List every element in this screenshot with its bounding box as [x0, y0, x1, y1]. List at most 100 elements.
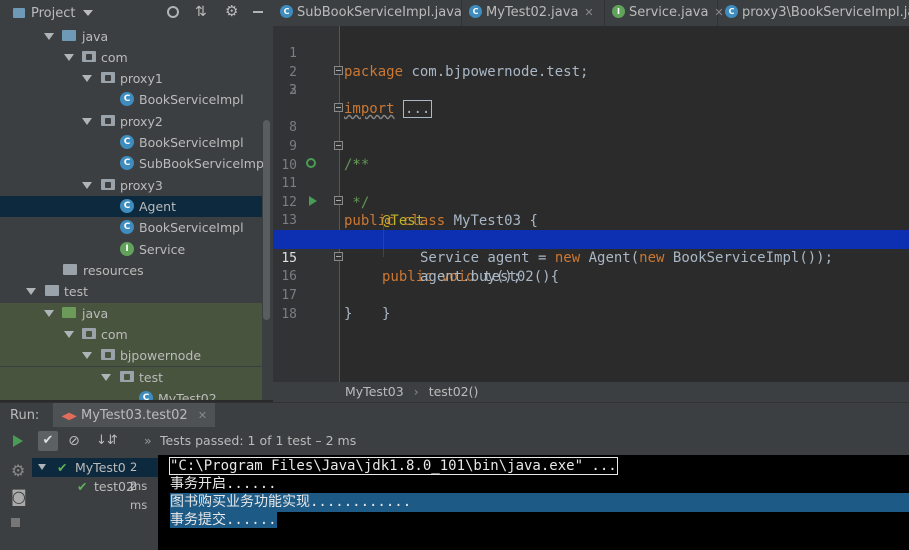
tree-item-proxy3[interactable]: proxy3: [0, 175, 262, 196]
run-test-icon[interactable]: [309, 196, 317, 206]
tree-item-label: proxy1: [120, 71, 163, 86]
run-class-icon[interactable]: [306, 158, 316, 168]
code-line: 3: [273, 62, 909, 98]
project-panel-title[interactable]: Project: [31, 6, 75, 21]
console-output[interactable]: "C:\Program Files\Java\jdk1.8.0_101\bin\…: [158, 455, 909, 550]
camera-icon[interactable]: ◙: [11, 487, 27, 506]
close-icon[interactable]: ✕: [198, 409, 207, 422]
hide-panel-icon[interactable]: [253, 11, 263, 13]
code-line: 8 /**: [273, 99, 909, 173]
test-name: test02: [94, 479, 134, 494]
tree-item-label: test: [64, 284, 89, 299]
class-icon: C: [120, 199, 134, 213]
tree-item-subbookserviceimpl[interactable]: C SubBookServiceImpl: [0, 153, 267, 174]
run-config-name: MyTest03.test02: [80, 408, 188, 423]
tree-item-bjpowernode[interactable]: bjpowernode: [0, 345, 262, 366]
sort-icon[interactable]: ↓⇵: [96, 431, 118, 451]
code-line: 9 *: [273, 118, 909, 173]
code-line: 17 }: [273, 267, 909, 322]
code-line: 10 */: [273, 137, 909, 211]
passed-check-icon: ✔: [57, 460, 68, 475]
tree-item-bookserviceimpl[interactable]: C BookServiceImpl: [0, 89, 262, 110]
line-number: 3: [289, 83, 297, 98]
tree-item-agent[interactable]: C Agent: [0, 196, 262, 217]
expand-arrow-icon[interactable]: [82, 352, 92, 359]
expand-arrow-icon[interactable]: [38, 464, 46, 470]
tree-item-mytest02[interactable]: C MyTest02: [0, 388, 262, 400]
code-line: 2: [273, 44, 909, 80]
code-line: 1 package com.bjpowernode.test;: [273, 25, 909, 80]
tree-item-label: java: [82, 306, 109, 321]
tree-item-test-package[interactable]: test: [0, 367, 262, 388]
tree-item-test[interactable]: test: [0, 281, 262, 302]
stop-icon[interactable]: [11, 518, 20, 527]
breadcrumb-method[interactable]: test02(): [429, 384, 479, 399]
run-config-tab[interactable]: ◀▶ MyTest03.test02 ✕: [53, 403, 216, 428]
tree-item-label: test: [139, 370, 164, 385]
tree-item-java[interactable]: java: [0, 26, 262, 47]
fold-icon[interactable]: [334, 103, 343, 112]
passed-check-icon: ✔: [77, 479, 88, 494]
code-line: 13 public void test02(){: [273, 192, 909, 285]
tab-proxy3-bookserviceimpl[interactable]: Cproxy3\BookServiceImpl.java: [718, 0, 909, 26]
console-text: 事务提交......: [170, 512, 277, 528]
interface-icon: I: [120, 242, 134, 256]
package-icon: [101, 115, 115, 126]
fold-icon[interactable]: [334, 141, 343, 150]
debug-icon[interactable]: ⚙: [11, 461, 25, 480]
collapse-all-icon[interactable]: ⇅: [195, 4, 207, 20]
tree-item-bookserviceimpl[interactable]: C BookServiceImpl: [0, 132, 262, 153]
code-line: 11 public class MyTest03 {: [273, 155, 909, 229]
show-ignored-icon[interactable]: ⊘: [64, 431, 84, 451]
test-case-row[interactable]: ✔ test02 2 ms: [32, 477, 158, 512]
breadcrumb: MyTest03 › test02(): [273, 382, 909, 402]
locate-icon[interactable]: [167, 6, 179, 18]
fold-icon[interactable]: [334, 196, 343, 205]
tree-item-proxy2[interactable]: proxy2: [0, 111, 262, 132]
project-scrollbar[interactable]: [263, 120, 270, 320]
rerun-icon[interactable]: [8, 431, 28, 451]
show-passed-icon[interactable]: ✔: [38, 431, 58, 451]
expand-arrow-icon[interactable]: [64, 331, 74, 338]
code-text: }: [344, 306, 353, 322]
expand-arrow-icon[interactable]: [82, 182, 92, 189]
close-icon[interactable]: ✕: [584, 6, 593, 19]
class-icon: C: [120, 135, 134, 149]
dropdown-arrow-icon[interactable]: [83, 10, 94, 16]
tree-item-proxy1[interactable]: proxy1: [0, 68, 262, 89]
status-prefix: »: [144, 433, 152, 448]
tree-item-label: BookServiceImpl: [139, 220, 244, 235]
tree-item-resources[interactable]: resources: [0, 260, 262, 281]
gear-icon[interactable]: ⚙: [225, 2, 238, 20]
expand-arrow-icon[interactable]: [64, 54, 74, 61]
breadcrumb-class[interactable]: MyTest03: [345, 384, 404, 399]
tree-item-com[interactable]: com: [0, 47, 262, 68]
tree-item-test-java[interactable]: java: [0, 303, 262, 324]
fold-icon[interactable]: [334, 252, 343, 261]
expand-arrow-icon[interactable]: [101, 374, 111, 381]
expand-arrow-icon[interactable]: [44, 33, 54, 40]
expand-arrow-icon[interactable]: [82, 75, 92, 82]
tree-item-test-com[interactable]: com: [0, 324, 262, 345]
test-status-text: Tests passed: 1 of 1 test – 2 ms: [160, 433, 357, 448]
tab-subbookserviceimpl[interactable]: CSubBookServiceImpl.java✕: [273, 0, 477, 26]
editor-tab-bar: C SubBookServiceImpl.java ✕ C MyTest02.java…: [273, 0, 909, 27]
tree-item-label: Agent: [139, 199, 176, 214]
tab-service[interactable]: I Service.java ✕: [605, 0, 724, 26]
tree-item-service[interactable]: I Service: [0, 239, 262, 260]
tree-item-bookserviceimpl[interactable]: C BookServiceImpl: [0, 217, 262, 238]
tab-label: SubBookServiceImpl.java: [297, 5, 462, 20]
line-number: 18: [281, 307, 297, 322]
code-line: 12 @Test: [273, 174, 909, 229]
tree-item-label: proxy3: [120, 178, 163, 193]
tree-item-label: Service: [139, 242, 186, 257]
tab-mytest02[interactable]: C MyTest02.java ✕: [462, 0, 605, 26]
expand-arrow-icon[interactable]: [82, 118, 92, 125]
test-suite-row[interactable]: ✔ MyTest0 2 ms: [32, 458, 158, 493]
interface-icon: I: [612, 5, 625, 18]
class-icon: C: [120, 220, 134, 234]
expand-arrow-icon[interactable]: [44, 310, 54, 317]
package-icon: [101, 179, 115, 190]
class-icon: C: [469, 5, 482, 18]
expand-arrow-icon[interactable]: [26, 288, 36, 295]
